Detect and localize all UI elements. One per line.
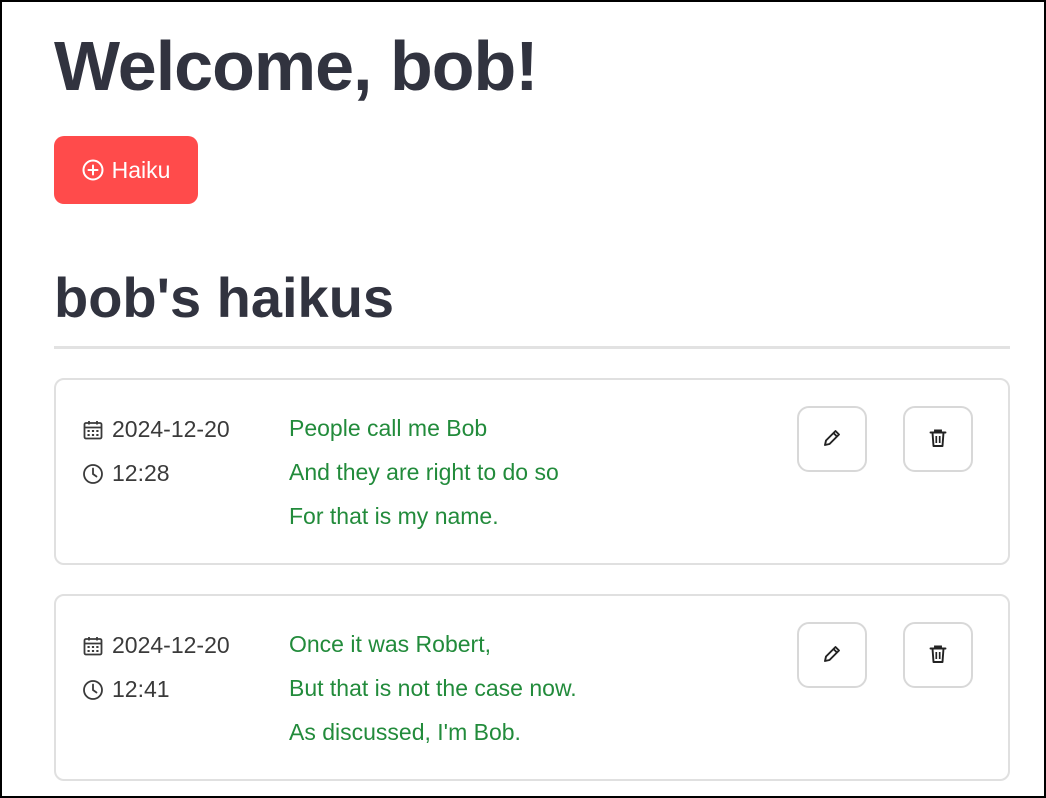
- new-haiku-label: Haiku: [111, 156, 171, 183]
- calendar-icon: [82, 419, 104, 441]
- edit-haiku-button[interactable]: [797, 622, 867, 688]
- haiku-date-text: 2024-12-20: [112, 416, 230, 442]
- plus-circle-icon: [82, 159, 104, 181]
- app-frame: Welcome, bob! Haiku bob's haikus 2024-12…: [0, 0, 1046, 798]
- haiku-line-2: But that is not the case now.: [289, 675, 577, 701]
- haiku-time-text: 12:28: [112, 460, 170, 486]
- pencil-icon: [821, 427, 843, 452]
- haiku-time-text: 12:41: [112, 676, 170, 702]
- haiku-line-1: People call me Bob: [289, 415, 488, 441]
- delete-haiku-button[interactable]: [903, 622, 973, 688]
- delete-haiku-button[interactable]: [903, 406, 973, 472]
- clock-icon: [82, 463, 104, 485]
- haiku-time: 12:41: [82, 676, 170, 703]
- section-title: bob's haikus: [54, 266, 395, 329]
- haiku-card: 2024-12-20 12:28 People call me Bob And …: [54, 378, 1010, 565]
- trash-icon: [927, 643, 949, 668]
- edit-haiku-button[interactable]: [797, 406, 867, 472]
- haiku-date: 2024-12-20: [82, 416, 230, 443]
- haiku-time: 12:28: [82, 460, 170, 487]
- haiku-date: 2024-12-20: [82, 632, 230, 659]
- new-haiku-button[interactable]: Haiku: [54, 136, 198, 204]
- welcome-title: Welcome, bob!: [54, 27, 539, 105]
- clock-icon: [82, 679, 104, 701]
- haiku-line-3: As discussed, I'm Bob.: [289, 719, 521, 745]
- haiku-card: 2024-12-20 12:41 Once it was Robert, But…: [54, 594, 1010, 781]
- pencil-icon: [821, 643, 843, 668]
- calendar-icon: [82, 635, 104, 657]
- haiku-line-1: Once it was Robert,: [289, 631, 491, 657]
- haiku-line-3: For that is my name.: [289, 503, 499, 529]
- haiku-line-2: And they are right to do so: [289, 459, 559, 485]
- trash-icon: [927, 427, 949, 452]
- section-divider: [54, 346, 1010, 349]
- haiku-date-text: 2024-12-20: [112, 632, 230, 658]
